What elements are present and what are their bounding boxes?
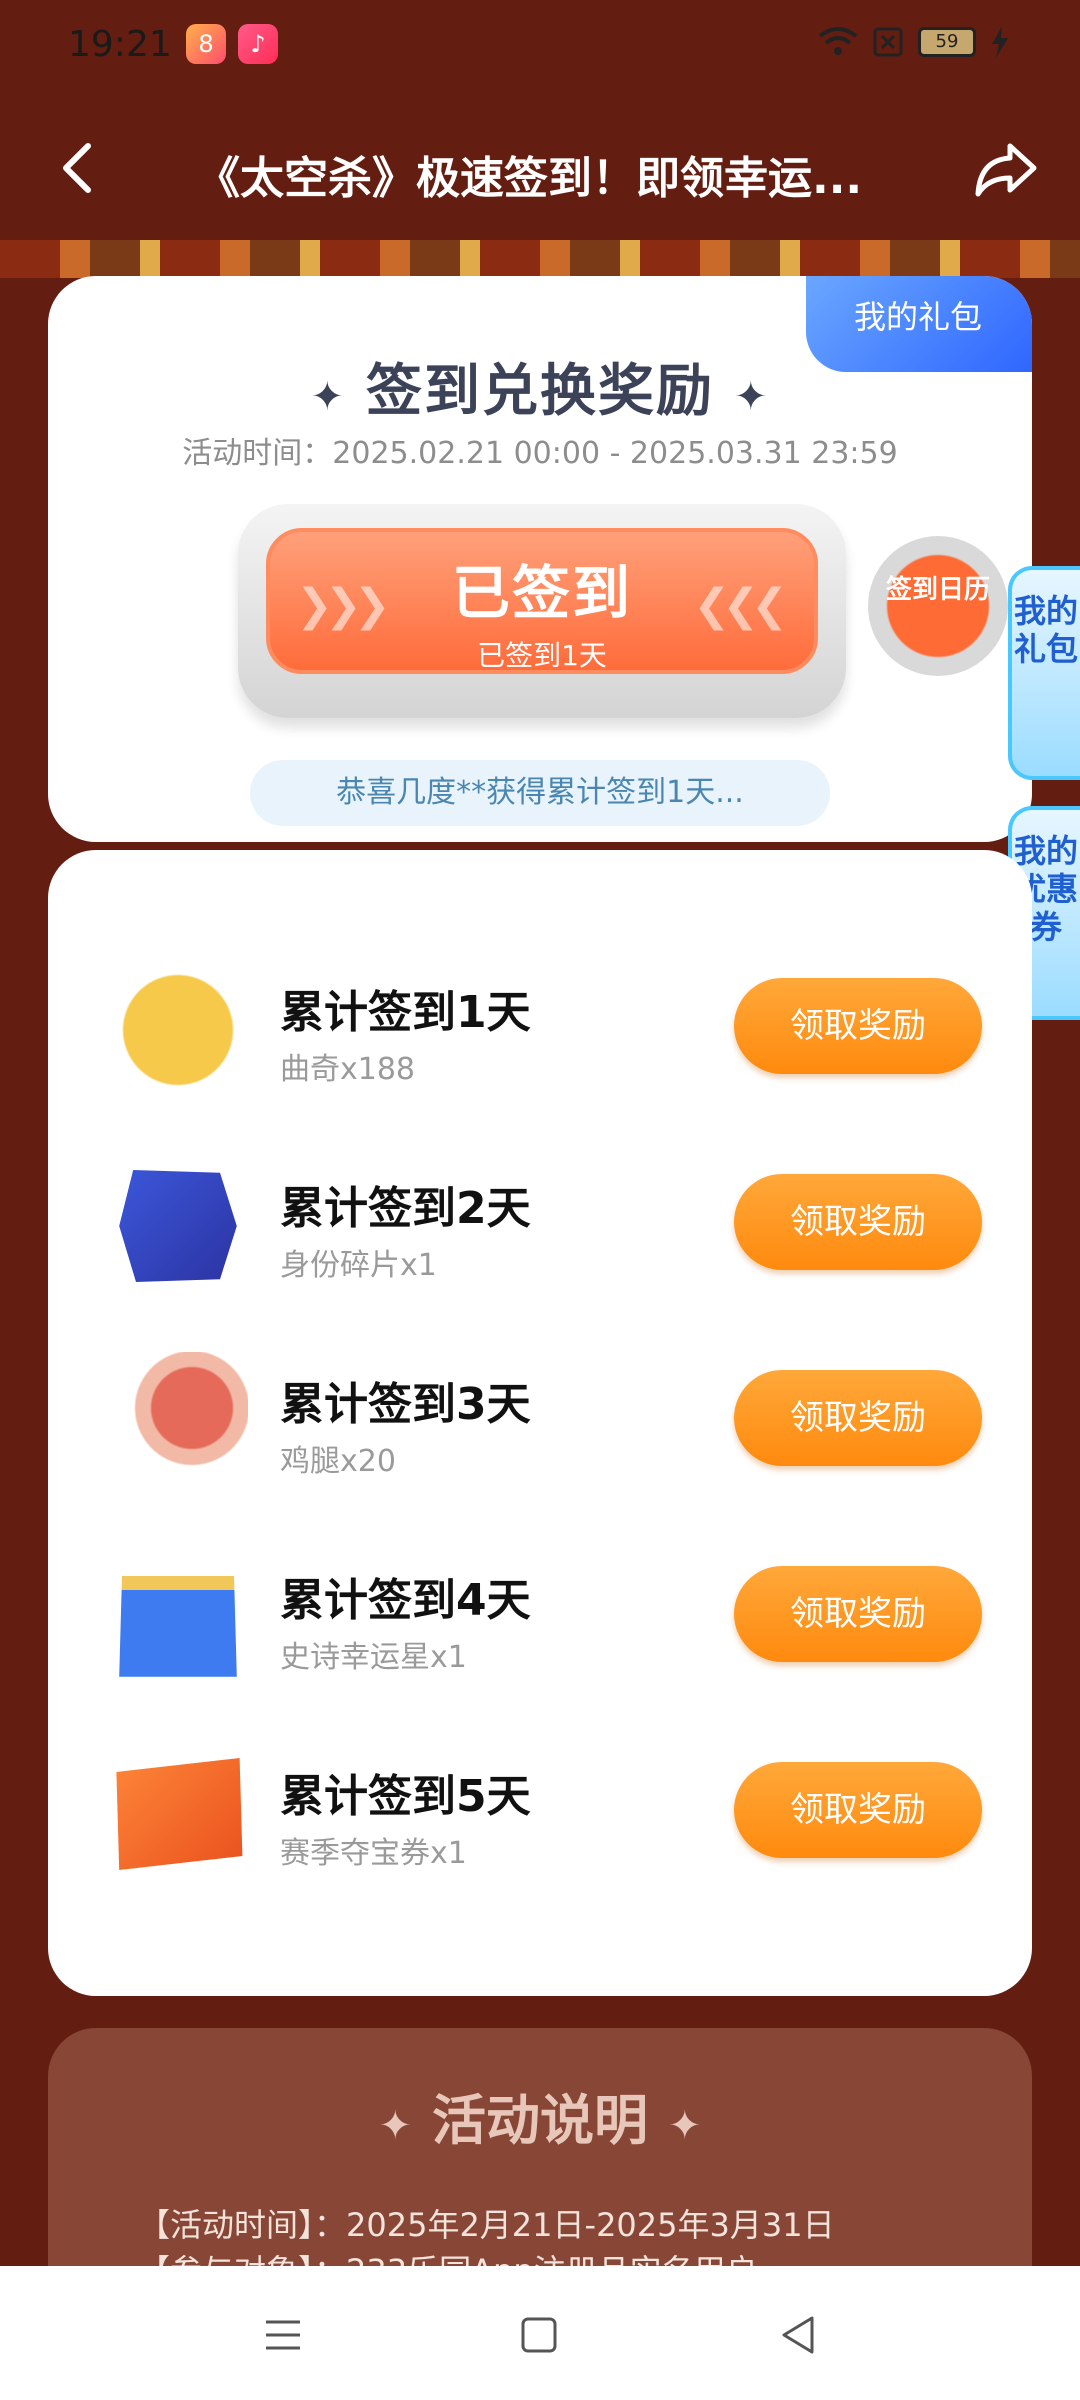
share-icon[interactable]: [970, 134, 1040, 204]
reward-item: 身份碎片x1: [280, 1248, 437, 1283]
reward-item: 史诗幸运星x1: [280, 1640, 467, 1675]
side-tab-my-gift[interactable]: 我的礼包: [1008, 566, 1080, 780]
reward-title: 累计签到2天: [280, 1183, 531, 1234]
battery-icon: 59: [918, 27, 976, 57]
menu-icon[interactable]: [258, 2310, 308, 2360]
claim-reward-button[interactable]: 领取奖励: [734, 1174, 982, 1270]
music-app-icon: ♪: [238, 24, 278, 64]
header-banner-image: [0, 240, 1080, 278]
status-icons: 59: [818, 26, 1010, 58]
reward-item: 曲奇x188: [280, 1052, 416, 1087]
title-bar: 《太空杀》极速签到！即领幸运...: [0, 96, 1080, 244]
signed-in-button[interactable]: ❯❯❯ 已签到 已签到1天 ❮❮❮: [266, 528, 818, 674]
sparkle-icon: ✦: [668, 2103, 702, 2149]
chevrons-right-icon: ❯❯❯: [296, 580, 391, 631]
reward-row: 累计签到2天 身份碎片x1 领取奖励: [48, 1146, 1032, 1306]
sign-in-title: 签到兑换奖励: [366, 359, 714, 424]
mystery-box-icon: [119, 1576, 237, 1677]
claim-reward-button[interactable]: 领取奖励: [734, 1762, 982, 1858]
claim-reward-button[interactable]: 领取奖励: [734, 978, 982, 1074]
reward-title: 累计签到4天: [280, 1575, 531, 1626]
claim-reward-button[interactable]: 领取奖励: [734, 1370, 982, 1466]
reward-row: 累计签到1天 曲奇x188 领取奖励: [48, 950, 1032, 1110]
sign-in-heading: ✦ 签到兑换奖励 ✦: [48, 346, 1032, 427]
sparkle-icon: ✦: [734, 374, 770, 420]
reward-title: 累计签到5天: [280, 1771, 531, 1822]
cookie-icon: [108, 960, 248, 1100]
back-arrow-icon[interactable]: [50, 138, 110, 198]
sign-in-calendar-button[interactable]: 签到日历: [868, 536, 1008, 676]
reward-title: 累计签到1天: [280, 987, 531, 1038]
description-title: 活动说明: [432, 2089, 648, 2152]
home-icon[interactable]: [514, 2310, 564, 2360]
reward-item: 鸡腿x20: [280, 1444, 396, 1479]
sparkle-icon: ✦: [310, 374, 346, 420]
activity-time: 活动时间：2025.02.21 00:00 - 2025.03.31 23:59: [182, 436, 898, 471]
no-sim-icon: [873, 27, 903, 57]
drumstick-icon: [108, 1352, 248, 1492]
charging-icon: [992, 26, 1008, 58]
winner-notice: 恭喜几度**获得累计签到1天...: [250, 760, 830, 826]
description-line: 【活动时间】：2025年2月21日-2025年3月31日: [138, 2206, 835, 2244]
signed-days-label: 已签到1天: [477, 639, 607, 672]
sign-in-card: 我的礼包 ✦ 签到兑换奖励 ✦ 活动时间：2025.02.21 00:00 - 20…: [48, 276, 1032, 842]
system-nav-bar: [0, 2266, 1080, 2400]
status-time: 19:21: [68, 24, 172, 65]
description-heading: ✦ 活动说明 ✦: [48, 2076, 1032, 2155]
claim-reward-button[interactable]: 领取奖励: [734, 1566, 982, 1662]
puzzle-piece-icon: [119, 1170, 237, 1282]
back-triangle-icon[interactable]: [774, 2310, 824, 2360]
reward-title: 累计签到3天: [280, 1379, 531, 1430]
reward-row: 累计签到3天 鸡腿x20 领取奖励: [48, 1342, 1032, 1502]
reward-row: 累计签到5天 赛季夺宝券x1 领取奖励: [48, 1734, 1032, 1894]
status-bar: 19:21 8 ♪ 59: [0, 0, 1080, 96]
app-233-icon: 8: [186, 24, 226, 64]
rewards-card: 累计签到1天 曲奇x188 领取奖励 累计签到2天 身份碎片x1 领取奖励 累计…: [48, 850, 1032, 1996]
sign-in-button-frame: ❯❯❯ 已签到 已签到1天 ❮❮❮: [238, 504, 846, 718]
reward-row: 累计签到4天 史诗幸运星x1 领取奖励: [48, 1538, 1032, 1698]
chevrons-left-icon: ❮❮❮: [693, 580, 788, 631]
wifi-icon: [818, 27, 858, 55]
ticket-icon: [116, 1758, 243, 1870]
reward-item: 赛季夺宝券x1: [280, 1836, 467, 1871]
sparkle-icon: ✦: [378, 2103, 412, 2149]
page-title: 《太空杀》极速签到！即领幸运...: [196, 153, 863, 204]
